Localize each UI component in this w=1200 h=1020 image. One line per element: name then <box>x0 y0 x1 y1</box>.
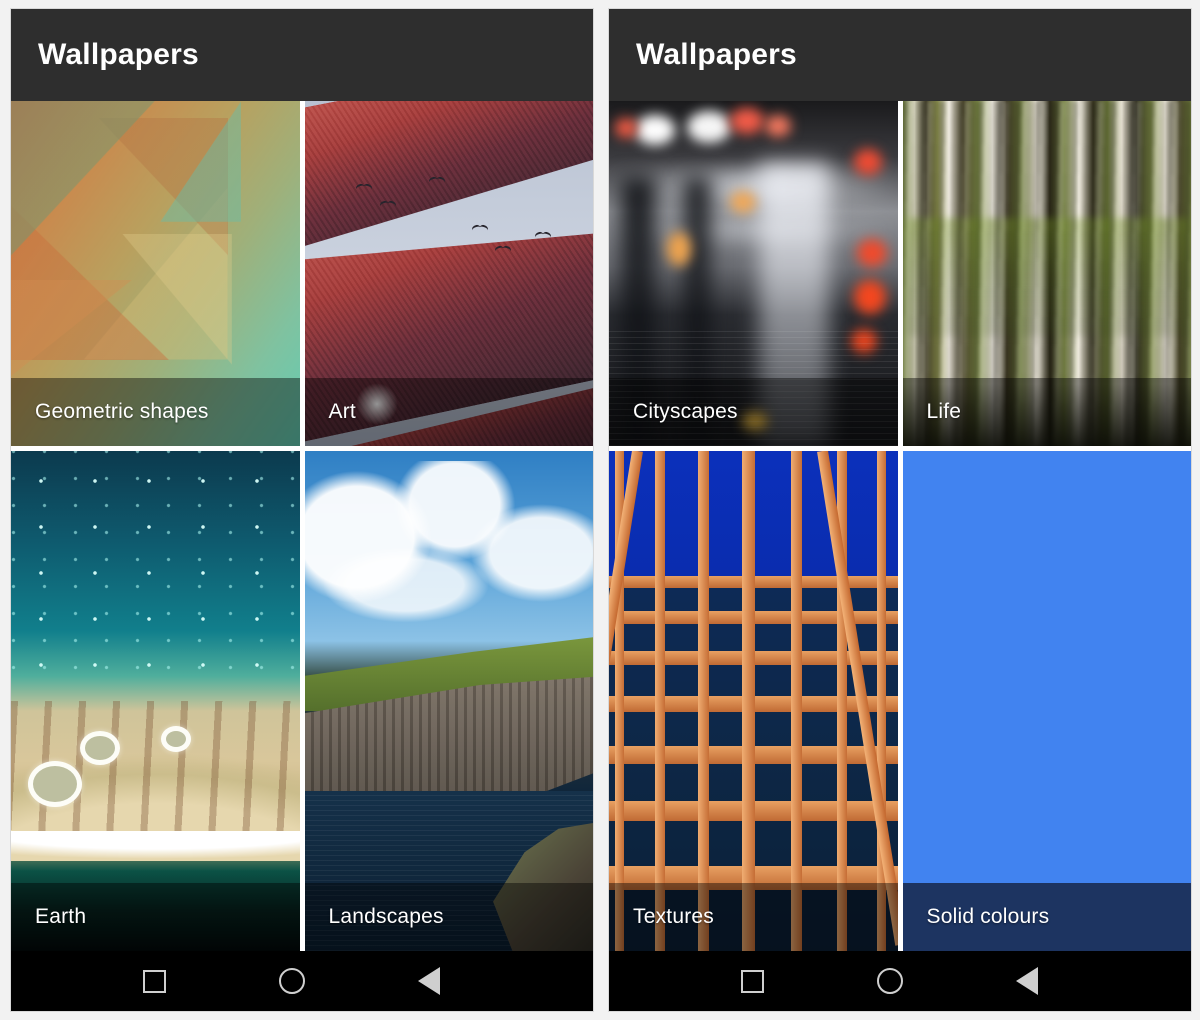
category-tile-life[interactable]: Life <box>902 101 1191 446</box>
bird-icon <box>356 184 372 191</box>
page-title: Wallpapers <box>38 38 199 71</box>
bokeh-light <box>614 118 637 139</box>
phone-screen-right: Wallpapers Cityscapes Life Textures Soli… <box>608 8 1192 1012</box>
bokeh-light <box>666 232 691 267</box>
tile-label-bar: Textures <box>609 883 898 951</box>
recents-square-icon <box>741 969 765 993</box>
category-tile-geometric-shapes[interactable]: Geometric shapes <box>11 101 300 446</box>
thumbnail-earth <box>11 451 300 951</box>
tile-label-bar: Life <box>902 378 1191 446</box>
category-label: Art <box>328 400 356 423</box>
tile-label-bar: Solid colours <box>902 883 1191 951</box>
tile-label-bar: Art <box>304 378 593 446</box>
water-sparkle <box>11 451 300 676</box>
recents-button[interactable] <box>133 959 177 1003</box>
facade-column <box>790 451 802 951</box>
back-button[interactable] <box>407 959 451 1003</box>
thumbnail-solid-colours <box>902 451 1191 951</box>
category-label: Landscapes <box>328 905 444 928</box>
category-tile-landscapes[interactable]: Landscapes <box>304 451 593 951</box>
thumbnail-landscapes <box>304 451 593 951</box>
bird-icon <box>380 201 396 208</box>
lagoon-ring <box>80 731 121 765</box>
clouds <box>304 461 593 661</box>
wallpaper-category-grid-left: Geometric shapes Art Earth Landscapes <box>11 101 593 951</box>
bokeh-light <box>686 111 731 144</box>
tile-label-bar: Earth <box>11 883 300 951</box>
bird-icon <box>495 246 511 253</box>
screenshot-pair: Wallpapers Geometric shapes Art Earth La… <box>0 0 1200 1020</box>
category-label: Cityscapes <box>633 400 738 423</box>
tile-label-bar: Geometric shapes <box>11 378 300 446</box>
home-circle-icon <box>278 968 305 994</box>
lagoon-ring <box>161 726 192 752</box>
phone-screen-left: Wallpapers Geometric shapes Art Earth La… <box>10 8 594 1012</box>
home-button[interactable] <box>270 959 314 1003</box>
back-triangle-icon <box>1016 967 1039 995</box>
category-tile-solid-colours[interactable]: Solid colours <box>902 451 1191 951</box>
thumbnail-textures <box>609 451 898 951</box>
app-bar-right: Wallpapers <box>609 9 1191 101</box>
home-circle-icon <box>876 968 903 994</box>
bird-icon <box>472 225 488 232</box>
bokeh-light <box>730 190 757 213</box>
tile-label-bar: Landscapes <box>304 883 593 951</box>
back-button[interactable] <box>1005 959 1049 1003</box>
category-tile-cityscapes[interactable]: Cityscapes <box>609 101 898 446</box>
bird-icon <box>535 232 551 239</box>
android-navigation-bar-left <box>11 951 593 1011</box>
bokeh-light <box>857 239 888 267</box>
category-label: Life <box>926 400 962 423</box>
facade-column <box>698 451 710 951</box>
facade-column <box>655 451 666 951</box>
app-bar-left: Wallpapers <box>11 9 593 101</box>
bird-icon <box>429 177 445 184</box>
android-navigation-bar-right <box>609 951 1191 1011</box>
category-tile-textures[interactable]: Textures <box>609 451 898 951</box>
bokeh-light <box>764 114 791 137</box>
surf-line <box>11 831 300 876</box>
back-triangle-icon <box>418 967 441 995</box>
home-button[interactable] <box>868 959 912 1003</box>
category-label: Textures <box>633 905 714 928</box>
bokeh-light <box>854 280 887 315</box>
category-label: Solid colours <box>926 905 1050 928</box>
recents-button[interactable] <box>731 959 775 1003</box>
wallpaper-category-grid-right: Cityscapes Life Textures Solid colours <box>609 101 1191 951</box>
facade-column <box>741 451 755 951</box>
bokeh-light <box>730 107 765 134</box>
bokeh-light <box>634 114 675 145</box>
page-title: Wallpapers <box>636 38 797 71</box>
category-label: Earth <box>35 905 87 928</box>
recents-square-icon <box>143 969 167 993</box>
category-tile-earth[interactable]: Earth <box>11 451 300 951</box>
category-tile-art[interactable]: Art <box>304 101 593 446</box>
lagoon-ring <box>28 761 83 807</box>
tile-label-bar: Cityscapes <box>609 378 898 446</box>
category-label: Geometric shapes <box>35 400 209 423</box>
